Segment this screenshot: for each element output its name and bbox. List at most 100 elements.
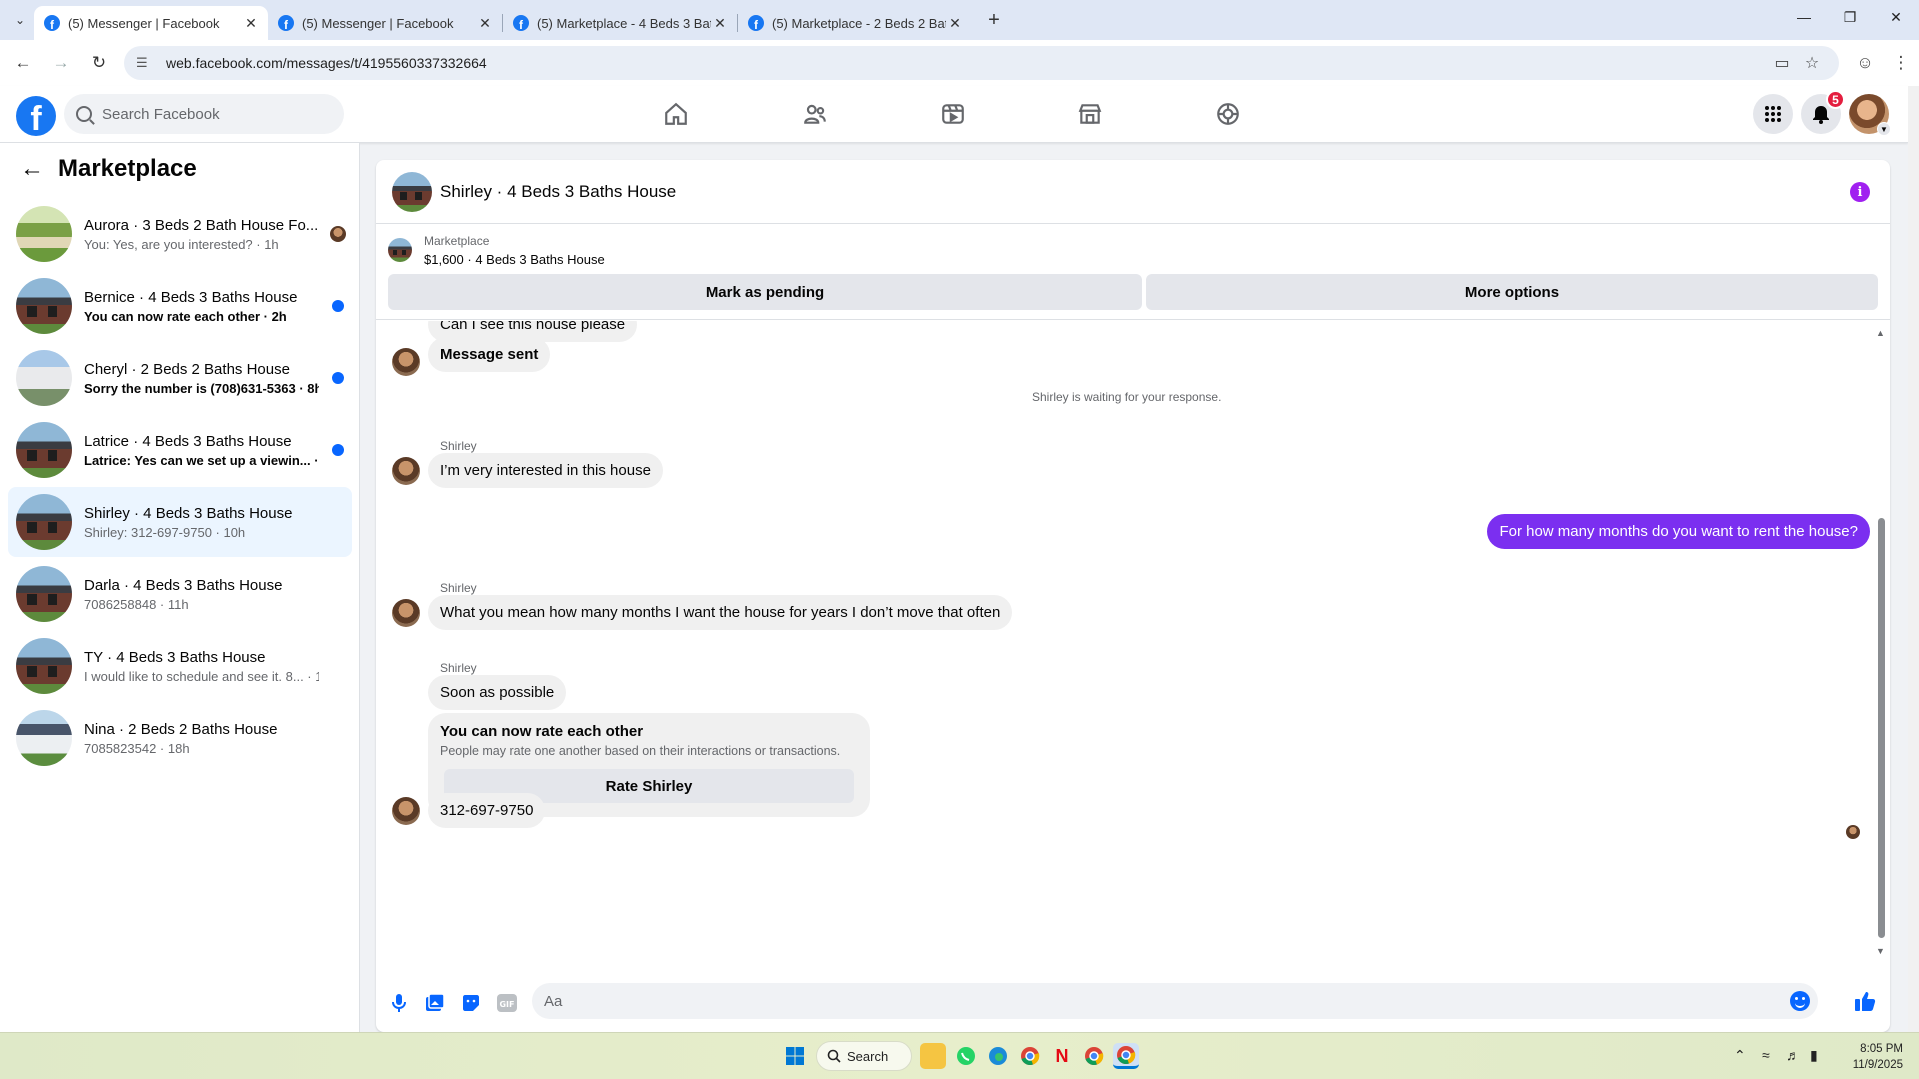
gaming-icon[interactable] <box>1198 94 1258 134</box>
close-tab-icon[interactable]: ✕ <box>946 15 964 32</box>
conversation-item-ty[interactable]: TY · 4 Beds 3 Baths House I would like t… <box>8 631 352 701</box>
sender-avatar <box>392 797 420 825</box>
message-composer: GIF Aa <box>376 970 1890 1032</box>
browser-tab-1[interactable]: f (5) Messenger | Facebook ✕ <box>34 6 268 40</box>
browser-tab-2[interactable]: f (5) Messenger | Facebook ✕ <box>268 6 502 40</box>
close-window-icon[interactable]: ✕ <box>1873 0 1919 34</box>
volume-icon[interactable]: ♬ <box>1786 1047 1800 1063</box>
unread-dot <box>332 444 344 456</box>
listing-thumbnail <box>16 710 72 766</box>
tab-search-chevron-icon[interactable]: ⌄ <box>6 6 34 34</box>
chrome-profile-icon[interactable] <box>1081 1043 1107 1069</box>
thumbs-up-icon[interactable] <box>1854 990 1876 1012</box>
new-tab-plus-icon[interactable]: + <box>980 9 1008 32</box>
maximize-icon[interactable]: ❐ <box>1827 0 1873 34</box>
whatsapp-icon[interactable] <box>953 1043 979 1069</box>
url-text[interactable]: web.facebook.com/messages/t/419556033733… <box>166 55 1767 71</box>
listing-thumbnail[interactable] <box>388 238 412 262</box>
search-icon <box>76 106 92 122</box>
browser-menu-icon[interactable]: ⋮ <box>1883 53 1919 73</box>
conversation-snippet: You: Yes, are you interested? · 1h <box>84 236 279 252</box>
message-input[interactable]: Aa <box>532 983 1818 1019</box>
marketplace-conversation-list: ← Marketplace Aurora · 3 Beds 2 Bath Hou… <box>0 143 360 1032</box>
url-omnibox[interactable]: ☰ web.facebook.com/messages/t/4195560337… <box>124 46 1839 80</box>
conversation-name: Bernice · 4 Beds 3 Baths House <box>84 288 298 306</box>
mark-as-pending-button[interactable]: Mark as pending <box>388 274 1142 310</box>
conversation-item-aurora[interactable]: Aurora · 3 Beds 2 Bath House Fo... You: … <box>8 199 352 269</box>
home-icon[interactable] <box>646 94 706 134</box>
message-bubble: 312-697-9750 <box>428 793 546 828</box>
scroll-up-icon[interactable]: ▲ <box>1876 328 1885 338</box>
conversation-item-shirley[interactable]: Shirley · 4 Beds 3 Baths House Shirley: … <box>8 487 352 557</box>
info-icon[interactable]: i <box>1850 182 1870 202</box>
close-tab-icon[interactable]: ✕ <box>711 15 729 32</box>
browser-tab-3[interactable]: f (5) Marketplace - 4 Beds 3 Bath ✕ <box>503 6 737 40</box>
forward-arrow-icon[interactable]: → <box>46 48 76 78</box>
battery-icon[interactable]: ▮ <box>1810 1047 1818 1064</box>
back-arrow-icon[interactable]: ← <box>20 155 44 183</box>
photo-icon[interactable] <box>424 992 446 1014</box>
conversation-item-latrice[interactable]: Latrice · 4 Beds 3 Baths House Latrice: … <box>8 415 352 485</box>
back-arrow-icon[interactable]: ← <box>8 48 38 78</box>
edge-browser-icon[interactable] <box>985 1043 1011 1069</box>
windows-taskbar: Search N ⌃ ≈ ♬ ▮ 8:05 PM 11/9/2025 <box>0 1032 1919 1079</box>
chat-title[interactable]: Shirley · 4 Beds 3 Baths House <box>440 182 676 202</box>
chat-header: Shirley · 4 Beds 3 Baths House i <box>376 160 1890 224</box>
close-tab-icon[interactable]: ✕ <box>476 15 494 32</box>
chevron-down-icon: ▼ <box>1877 122 1891 136</box>
conversation-item-bernice[interactable]: Bernice · 4 Beds 3 Baths House You can n… <box>8 271 352 341</box>
sender-avatar <box>392 599 420 627</box>
conversation-item-darla[interactable]: Darla · 4 Beds 3 Baths House 7086258848 … <box>8 559 352 629</box>
profile-account-icon[interactable]: ☺ <box>1847 53 1883 73</box>
taskbar-clock[interactable]: 8:05 PM 11/9/2025 <box>1853 1041 1903 1073</box>
facebook-logo-icon[interactable]: f <box>16 96 56 136</box>
wifi-icon[interactable]: ≈ <box>1762 1047 1770 1063</box>
conversation-snippet: Shirley: 312-697-9750 · 10h <box>84 524 246 540</box>
install-app-icon[interactable]: ▭ <box>1767 53 1797 73</box>
video-icon[interactable] <box>923 94 983 134</box>
conversation-snippet: 7085823542 · 18h <box>84 740 190 756</box>
scroll-down-icon[interactable]: ▼ <box>1876 946 1885 956</box>
gif-icon[interactable]: GIF <box>496 992 518 1014</box>
conversation-snippet: I would like to schedule and see it. 8..… <box>84 668 319 684</box>
conversation-item-cheryl[interactable]: Cheryl · 2 Beds 2 Baths House Sorry the … <box>8 343 352 413</box>
windows-start-icon[interactable] <box>782 1043 808 1069</box>
menu-grid-icon[interactable] <box>1753 94 1793 134</box>
taskbar-search-label: Search <box>847 1048 889 1064</box>
tab-title: (5) Marketplace - 2 Beds 2 Bath <box>772 15 946 31</box>
page-scrollbar[interactable] <box>1908 86 1919 1032</box>
svg-text:GIF: GIF <box>499 1000 514 1009</box>
chat-scrollbar[interactable]: ▲ ▼ <box>1874 328 1888 956</box>
netflix-icon[interactable]: N <box>1049 1043 1075 1069</box>
seen-avatar <box>330 226 346 242</box>
taskbar-search[interactable]: Search <box>816 1041 912 1071</box>
unread-dot <box>332 372 344 384</box>
browser-tab-4[interactable]: f (5) Marketplace - 2 Beds 2 Bath ✕ <box>738 6 972 40</box>
marketplace-icon[interactable] <box>1060 94 1120 134</box>
minimize-icon[interactable]: — <box>1781 0 1827 34</box>
listing-price[interactable]: $1,600 · 4 Beds 3 Baths House <box>424 252 605 267</box>
microphone-icon[interactable] <box>388 992 410 1014</box>
facebook-favicon-icon: f <box>278 15 294 31</box>
sticker-icon[interactable] <box>460 992 482 1014</box>
notifications-bell-icon[interactable]: 5 <box>1801 90 1845 134</box>
show-hidden-icons-chevron-icon[interactable]: ⌃ <box>1734 1047 1746 1064</box>
friends-icon[interactable] <box>785 94 845 134</box>
more-options-button[interactable]: More options <box>1146 274 1878 310</box>
chrome-icon[interactable] <box>1017 1043 1043 1069</box>
conversation-name: Aurora · 3 Beds 2 Bath House Fo... <box>84 216 319 234</box>
scrollbar-thumb[interactable] <box>1878 518 1885 938</box>
listing-banner: Marketplace $1,600 · 4 Beds 3 Baths Hous… <box>376 224 1890 320</box>
reload-icon[interactable]: ↻ <box>84 48 114 78</box>
facebook-search-input[interactable]: Search Facebook <box>64 94 344 134</box>
chat-listing-avatar[interactable] <box>392 172 432 212</box>
site-settings-icon[interactable]: ☰ <box>136 55 154 71</box>
close-tab-icon[interactable]: ✕ <box>242 15 260 32</box>
chrome-active-icon[interactable] <box>1113 1043 1139 1069</box>
emoji-icon[interactable] <box>1790 991 1810 1011</box>
bookmark-star-icon[interactable]: ☆ <box>1797 53 1827 73</box>
account-avatar[interactable]: ▼ <box>1849 94 1891 136</box>
conversation-item-nina[interactable]: Nina · 2 Beds 2 Baths House 7085823542 ·… <box>8 703 352 773</box>
file-explorer-icon[interactable] <box>920 1043 946 1069</box>
facebook-top-nav: f Search Facebook 5 ▼ <box>0 86 1908 143</box>
